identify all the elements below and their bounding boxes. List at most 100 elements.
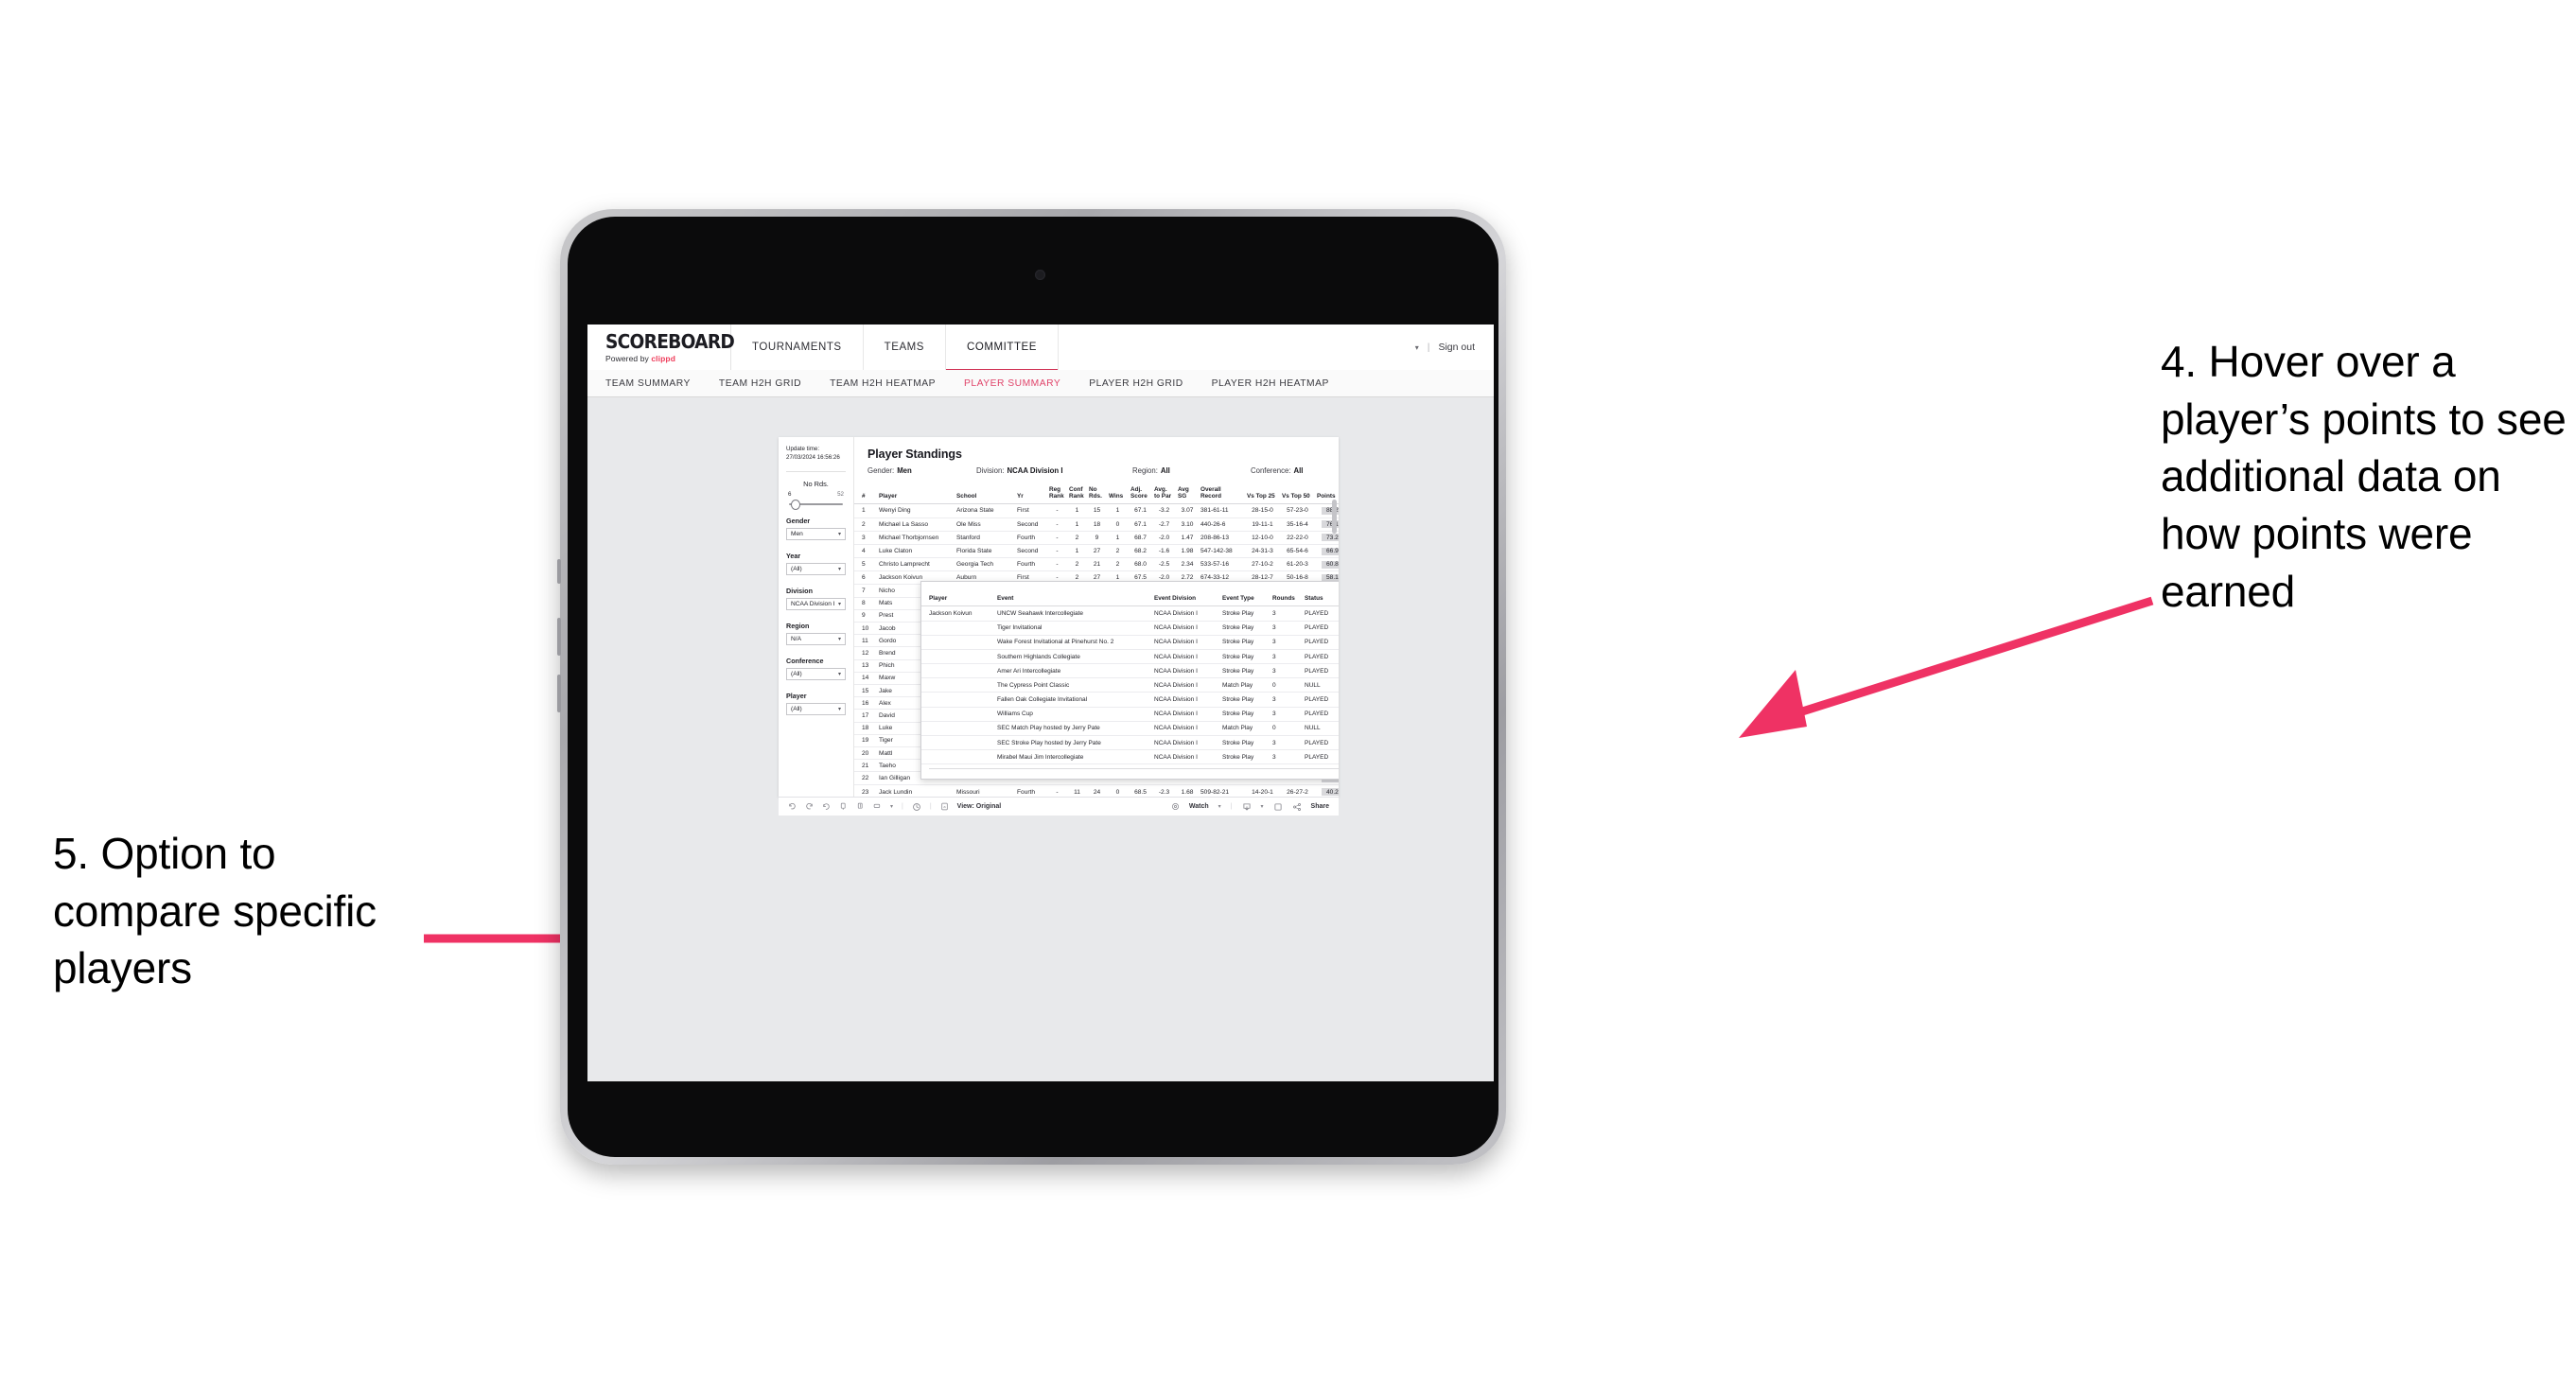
subnav-item-team-h2h-grid[interactable]: TEAM H2H GRID bbox=[719, 378, 801, 389]
revert-icon[interactable] bbox=[822, 802, 831, 811]
chevron-down-icon: ▾ bbox=[837, 601, 841, 607]
chevron-down-icon[interactable]: ▾ bbox=[1415, 343, 1419, 352]
col-adj-score[interactable]: Adj. Score bbox=[1129, 483, 1152, 505]
fullscreen-icon[interactable] bbox=[1273, 802, 1283, 812]
tablet-bezel: SCOREBOARD Powered by clippd TOURNAMENTS… bbox=[568, 217, 1498, 1157]
reset-icon[interactable] bbox=[912, 802, 921, 812]
cell-adj: 67.1 bbox=[1129, 503, 1152, 518]
col-vs-top-50[interactable]: Vs Top 50 bbox=[1280, 483, 1315, 505]
tooltip-row: SEC Stroke Play hosted by Jerry Pate NCAA… bbox=[921, 735, 1339, 751]
col-no-rds[interactable]: No Rds. bbox=[1087, 483, 1107, 505]
view-icon[interactable]: a bbox=[940, 802, 949, 811]
no-rounds-slider-handle[interactable] bbox=[791, 500, 800, 511]
table-row[interactable]: 3 Michael Thorbjornsen Stanford Fourth -2 9 1 6… bbox=[854, 531, 1339, 545]
toolbar-right-group: Watch ▾ | ▾ Share bbox=[1171, 802, 1329, 812]
col-avg-to-par[interactable]: Avg. to Par bbox=[1152, 483, 1176, 505]
topnav-item-teams[interactable]: TEAMS bbox=[864, 325, 947, 370]
col-school[interactable]: School bbox=[955, 483, 1015, 505]
cell-yr: Second bbox=[1015, 544, 1047, 559]
table-row[interactable]: 5 Christo Lamprecht Georgia Tech Fourth -2 21… bbox=[854, 557, 1339, 572]
tooltip-cell-division: NCAA Division I bbox=[1151, 649, 1219, 665]
tooltip-cell-status: PLAYED bbox=[1302, 649, 1339, 665]
table-row[interactable]: 1 Wenyi Ding Arizona State First -1 15 1 67.1 -3… bbox=[854, 503, 1339, 518]
undo-icon[interactable] bbox=[788, 802, 797, 811]
app-logo[interactable]: SCOREBOARD Powered by clippd bbox=[587, 325, 735, 370]
subnav-item-player-h2h-heatmap[interactable]: PLAYER H2H HEATMAP bbox=[1212, 378, 1329, 389]
tip-col-rounds: Rounds bbox=[1270, 582, 1302, 607]
filter-year-select[interactable]: (All) ▾ bbox=[786, 562, 846, 575]
tooltip-head: Player Event Event Division Event Type R… bbox=[921, 582, 1339, 607]
subnav-item-player-h2h-grid[interactable]: PLAYER H2H GRID bbox=[1089, 378, 1183, 389]
col-player[interactable]: Player bbox=[877, 483, 955, 505]
cell-player: Michael La Sasso bbox=[877, 518, 955, 532]
cell-school: Missouri bbox=[955, 784, 1015, 797]
subnav-item-team-h2h-heatmap[interactable]: TEAM H2H HEATMAP bbox=[830, 378, 936, 389]
header-right-group: ▾ | Sign out bbox=[1415, 325, 1494, 370]
table-row[interactable]: 23 Jack Lundin Missouri Fourth -11 24 0 68.5 -2.… bbox=[854, 784, 1339, 797]
tooltip-cell-division: NCAA Division I bbox=[1151, 749, 1219, 765]
tooltip-cell-division: NCAA Division I bbox=[1151, 677, 1219, 693]
col-wins[interactable]: Wins bbox=[1107, 483, 1129, 505]
table-row[interactable]: 4 Luke Claton Florida State Second -1 27 2 68.2… bbox=[854, 544, 1339, 559]
pause-icon[interactable] bbox=[856, 802, 865, 811]
logo-brand: clippd bbox=[651, 353, 675, 363]
col-conf-rank[interactable]: Conf Rank bbox=[1067, 483, 1087, 505]
filter-region-select[interactable]: N/A ▾ bbox=[786, 632, 846, 645]
filter-division-select[interactable]: NCAA Division I ▾ bbox=[786, 597, 846, 610]
table-scrollbar-thumb[interactable] bbox=[1332, 500, 1337, 534]
cell-rank: 17 bbox=[854, 709, 877, 723]
col-reg-rank[interactable]: Reg Rank bbox=[1047, 483, 1067, 505]
tooltip-row: Mirabel Maui Jim Intercollegiate NCAA Div… bbox=[921, 749, 1339, 765]
col-avg-sg[interactable]: Avg SG bbox=[1176, 483, 1199, 505]
tooltip-cell-division: NCAA Division I bbox=[1151, 621, 1219, 636]
cell-rank: 5 bbox=[854, 557, 877, 572]
topnav-item-committee[interactable]: COMMITTEE bbox=[946, 325, 1059, 371]
no-rounds-slider-track[interactable] bbox=[789, 500, 843, 511]
tooltip-cell-player bbox=[921, 649, 994, 665]
filter-division-value: NCAA Division I bbox=[791, 600, 835, 607]
viz-canvas: Update time: 27/03/2024 16:56:26 No Rds.… bbox=[587, 397, 1494, 1081]
refresh-icon[interactable] bbox=[839, 802, 848, 811]
subnav-item-player-summary[interactable]: PLAYER SUMMARY bbox=[964, 378, 1060, 389]
arrow-right-annotation bbox=[1739, 596, 2154, 738]
filter-gender-select[interactable]: Men ▾ bbox=[786, 527, 846, 540]
cell-t50: 26-27-2 bbox=[1280, 784, 1315, 797]
redo-icon[interactable] bbox=[805, 802, 814, 811]
chevron-down-icon[interactable]: ▾ bbox=[1261, 803, 1264, 810]
chevron-down-icon[interactable]: ▾ bbox=[1218, 803, 1221, 810]
share-icon[interactable] bbox=[1292, 802, 1302, 812]
cell-rank: 10 bbox=[854, 622, 877, 636]
device-button-volume-down[interactable] bbox=[557, 675, 561, 712]
cell-rank: 8 bbox=[854, 597, 877, 610]
col-vs-top-25[interactable]: Vs Top 25 bbox=[1245, 483, 1280, 505]
cell-adj: 67.1 bbox=[1129, 518, 1152, 532]
col-year[interactable]: Yr bbox=[1015, 483, 1047, 505]
tooltip-cell-status: PLAYED bbox=[1302, 692, 1339, 708]
chevron-down-icon[interactable]: ▾ bbox=[890, 803, 893, 810]
device-button-power[interactable] bbox=[557, 559, 561, 584]
no-rounds-slider-group: No Rds. 6 52 bbox=[786, 480, 846, 511]
col-rank[interactable]: # bbox=[854, 483, 877, 505]
device-layout-icon[interactable] bbox=[873, 802, 882, 811]
watch-eye-icon[interactable] bbox=[1171, 802, 1180, 811]
filter-player: Player (All) ▾ bbox=[786, 692, 846, 715]
cell-rank: 13 bbox=[854, 659, 877, 673]
filter-conference-select[interactable]: (All) ▾ bbox=[786, 667, 846, 680]
view-original-label[interactable]: View: Original bbox=[957, 803, 1002, 810]
device-button-volume-up[interactable] bbox=[557, 618, 561, 656]
topnav-item-tournaments[interactable]: TOURNAMENTS bbox=[731, 325, 864, 370]
download-icon[interactable] bbox=[1242, 802, 1252, 812]
tooltip-cell-rounds: 3 bbox=[1270, 749, 1302, 765]
filter-player-select[interactable]: (All) ▾ bbox=[786, 702, 846, 715]
chevron-down-icon: ▾ bbox=[837, 706, 841, 712]
tooltip-cell-rounds: 3 bbox=[1270, 635, 1302, 650]
subnav-item-team-summary[interactable]: TEAM SUMMARY bbox=[605, 378, 691, 389]
update-time-block: Update time: 27/03/2024 16:56:26 bbox=[786, 446, 846, 463]
col-overall-record[interactable]: Overall Record bbox=[1199, 483, 1245, 505]
sign-out-link[interactable]: Sign out bbox=[1438, 342, 1475, 353]
tooltip-cell-event: UNCW Seahawk Intercollegiate bbox=[994, 605, 1151, 622]
share-label[interactable]: Share bbox=[1311, 803, 1329, 810]
watch-label[interactable]: Watch bbox=[1189, 803, 1209, 810]
table-row[interactable]: 2 Michael La Sasso Ole Miss Second -1 18 0 67.1… bbox=[854, 518, 1339, 532]
filter-gender-value: Men bbox=[791, 530, 803, 537]
